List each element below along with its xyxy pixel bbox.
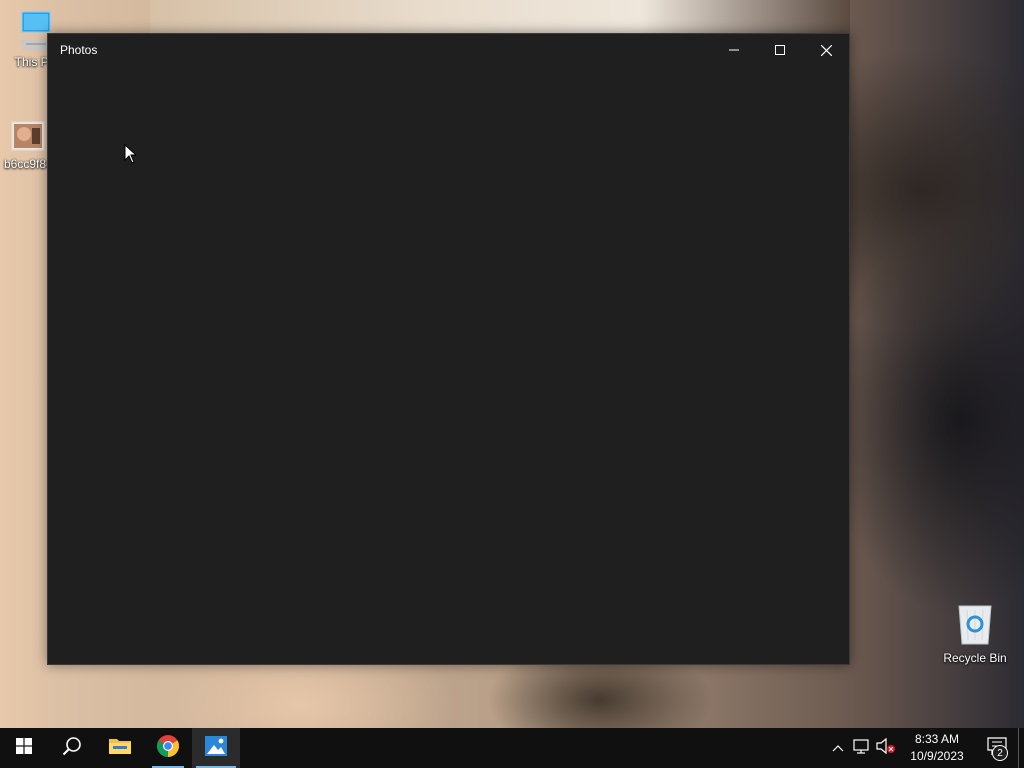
volume-muted-icon <box>876 737 896 759</box>
action-center-button[interactable]: 2 <box>976 728 1018 768</box>
desktop-icon-label: Recycle Bin <box>943 651 1007 665</box>
mouse-cursor-icon <box>124 143 138 169</box>
taskbar: 8:33 AM 10/9/2023 2 <box>0 728 1024 768</box>
desktop-icon-recycle-bin[interactable]: Recycle Bin <box>937 602 1013 665</box>
network-button[interactable] <box>850 728 874 768</box>
taskbar-clock[interactable]: 8:33 AM 10/9/2023 <box>898 731 976 765</box>
minimize-icon <box>729 45 739 55</box>
search-icon <box>62 736 82 761</box>
photos-icon <box>205 735 227 761</box>
volume-button[interactable] <box>874 728 898 768</box>
taskbar-photos[interactable] <box>192 728 240 768</box>
minimize-button[interactable] <box>711 34 757 66</box>
network-icon <box>853 738 871 759</box>
maximize-button[interactable] <box>757 34 803 66</box>
chrome-icon <box>156 734 180 763</box>
search-button[interactable] <box>48 728 96 768</box>
clock-date: 10/9/2023 <box>910 749 964 763</box>
notification-count-badge: 2 <box>992 745 1008 761</box>
maximize-icon <box>775 45 785 55</box>
system-tray: 8:33 AM 10/9/2023 2 <box>826 728 1024 768</box>
taskbar-file-explorer[interactable] <box>96 728 144 768</box>
clock-time: 8:33 AM <box>914 732 960 746</box>
show-desktop-button[interactable] <box>1018 728 1024 768</box>
photos-window[interactable]: Photos <box>47 33 850 665</box>
wallpaper-top-detail <box>150 0 850 34</box>
window-titlebar[interactable]: Photos <box>48 34 849 66</box>
taskbar-chrome[interactable] <box>144 728 192 768</box>
window-controls <box>711 34 849 66</box>
window-title: Photos <box>60 43 98 57</box>
chevron-up-icon <box>832 739 844 757</box>
photos-content-area[interactable] <box>48 66 849 664</box>
close-icon <box>820 44 832 56</box>
tray-overflow-button[interactable] <box>826 728 850 768</box>
folder-icon <box>108 736 132 761</box>
recycle-bin-icon <box>937 602 1013 649</box>
start-button[interactable] <box>0 728 48 768</box>
close-button[interactable] <box>803 34 849 66</box>
windows-logo-icon <box>16 737 32 759</box>
